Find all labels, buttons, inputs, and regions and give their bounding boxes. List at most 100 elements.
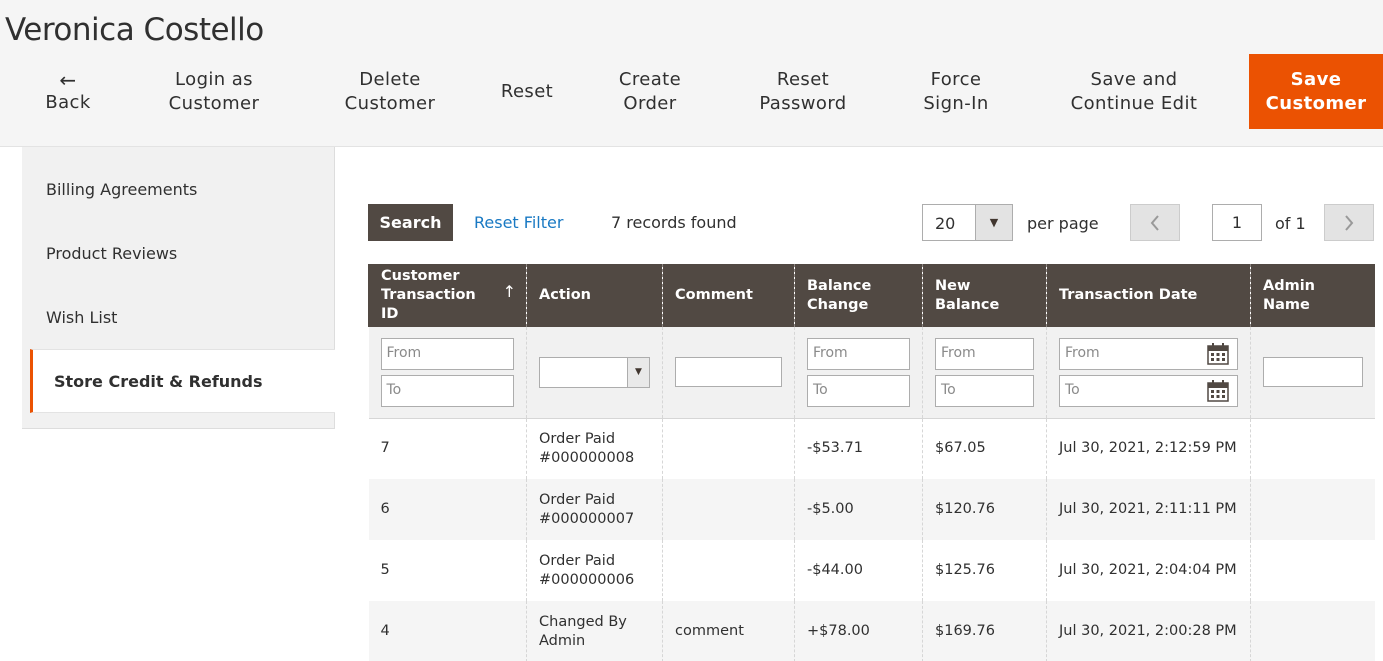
button-label-line: Login as <box>175 68 253 90</box>
column-header-label: Customer Transaction ID <box>381 268 476 322</box>
button-label-line: Customer <box>1265 92 1367 114</box>
input-placeholder: To <box>1065 381 1080 398</box>
sidebar-item-label: Product Reviews <box>46 243 178 263</box>
cell-text: Order Paid <box>539 552 616 569</box>
filter-cell-transaction-id: From To <box>368 327 527 419</box>
sidebar-item-billing-agreements[interactable]: Billing Agreements <box>22 157 335 221</box>
back-button[interactable]: ← Back <box>24 54 112 129</box>
button-label: Reset <box>500 80 554 102</box>
button-label-line: Password <box>759 92 847 114</box>
column-header-label: Transaction Date <box>1059 287 1198 303</box>
cell-new-balance: $125.76 <box>922 540 1047 601</box>
save-and-continue-button[interactable]: Save and Continue Edit <box>1049 54 1219 129</box>
action-filter-select[interactable]: ▼ <box>539 356 650 388</box>
cell-transaction-id: 7 <box>380 440 390 457</box>
per-page-select[interactable]: 20 ▼ <box>922 204 1013 241</box>
balance-change-to-input[interactable]: To <box>807 374 910 407</box>
customer-tabs-sidebar: Billing Agreements Product Reviews Wish … <box>22 147 335 429</box>
filter-row: From To ▼ From To From To From To <box>368 327 1375 419</box>
column-header-transaction-id[interactable]: Customer Transaction ID ↑ <box>368 264 527 327</box>
admin-name-filter-input[interactable] <box>1263 357 1363 388</box>
calendar-icon[interactable] <box>1207 342 1229 365</box>
sidebar-item-product-reviews[interactable]: Product Reviews <box>22 221 335 285</box>
per-page-label: per page <box>1027 214 1099 233</box>
button-label-line: Customer <box>344 92 436 114</box>
cell-text: Admin <box>539 632 586 649</box>
cell-text: #000000008 <box>539 449 635 466</box>
table-row[interactable]: 5 Order Paid #000000006 -$44.00 $125.76 J… <box>369 540 1375 601</box>
cell-action: Order Paid #000000008 <box>526 418 663 479</box>
sort-ascending-icon: ↑ <box>502 282 516 301</box>
filter-cell-transaction-date: From To <box>1046 327 1251 419</box>
cell-balance-change: +$78.00 <box>794 601 923 661</box>
action-buttons: ← Back Login as Customer Delete Customer… <box>0 54 1383 129</box>
date-to-input[interactable]: To <box>1059 374 1238 407</box>
cell-balance-change: -$5.00 <box>794 479 923 540</box>
cell-admin-name <box>1250 479 1375 540</box>
balance-change-from-input[interactable]: From <box>807 337 910 370</box>
cell-admin-name <box>1250 540 1375 601</box>
cell-comment <box>662 479 795 540</box>
reset-filter-link[interactable]: Reset Filter <box>474 213 563 232</box>
page-number-input[interactable] <box>1212 204 1262 241</box>
table-row[interactable]: 4 Changed By Admin comment +$78.00 $169.7… <box>368 601 1375 661</box>
column-header-label: Balance Change <box>807 277 872 313</box>
column-header-balance-change[interactable]: Balance Change <box>794 264 923 327</box>
search-button[interactable]: Search <box>368 204 453 241</box>
column-header-comment[interactable]: Comment <box>662 264 795 327</box>
caret-down-icon[interactable]: ▼ <box>975 205 1012 240</box>
new-balance-from-input[interactable]: From <box>935 337 1034 370</box>
cell-comment <box>662 418 795 479</box>
date-from-input[interactable]: From <box>1059 337 1238 370</box>
button-label-line: Create <box>618 68 682 90</box>
total-pages-label: of 1 <box>1275 214 1306 233</box>
table-row[interactable]: 7 Order Paid #000000008 -$53.71 $67.05 Ju… <box>369 418 1375 479</box>
button-label-line: Reset <box>776 68 830 90</box>
transaction-id-to-input[interactable]: To <box>380 374 514 407</box>
button-label-line: Continue Edit <box>1070 92 1198 114</box>
table-row[interactable]: 6 Order Paid #000000007 -$5.00 $120.76 Ju… <box>368 479 1375 540</box>
cell-admin-name <box>1250 601 1375 661</box>
cell-new-balance: $120.76 <box>922 479 1047 540</box>
comment-filter-input[interactable] <box>675 357 782 388</box>
column-header-label: New Balance <box>935 277 1000 313</box>
column-header-action[interactable]: Action <box>526 264 663 327</box>
column-header-label: Admin Name <box>1263 277 1316 313</box>
cell-text: Order Paid <box>539 491 616 508</box>
save-customer-button[interactable]: Save Customer <box>1249 54 1383 129</box>
column-header-new-balance[interactable]: New Balance <box>922 264 1047 327</box>
column-header-transaction-date[interactable]: Transaction Date <box>1046 264 1251 327</box>
calendar-icon[interactable] <box>1207 379 1229 402</box>
chevron-right-icon <box>1345 214 1354 231</box>
sidebar-item-label: Store Credit & Refunds <box>54 371 263 391</box>
cell-balance-change: -$44.00 <box>794 540 923 601</box>
cell-text: #000000006 <box>539 571 635 588</box>
page-actions-bar: Veronica Costello ← Back Login as Custom… <box>0 0 1383 147</box>
login-as-customer-button[interactable]: Login as Customer <box>144 54 284 129</box>
filter-cell-new-balance: From To <box>922 327 1047 419</box>
cell-text: Changed By <box>539 613 627 630</box>
cell-transaction-date: Jul 30, 2021, 2:12:59 PM <box>1046 418 1251 479</box>
next-page-button[interactable] <box>1324 204 1374 241</box>
delete-customer-button[interactable]: Delete Customer <box>320 54 460 129</box>
chevron-left-icon <box>1150 214 1159 231</box>
sidebar-item-wish-list[interactable]: Wish List <box>22 285 335 349</box>
column-header-admin-name[interactable]: Admin Name <box>1250 264 1375 327</box>
grid-toolbar: Search Reset Filter 7 records found 20 ▼… <box>368 204 1374 241</box>
filter-cell-admin-name <box>1250 327 1375 419</box>
reset-password-button[interactable]: Reset Password <box>738 54 868 129</box>
per-page-value: 20 <box>935 214 956 233</box>
cell-action: Order Paid #000000006 <box>526 540 663 601</box>
transaction-id-from-input[interactable]: From <box>380 337 514 370</box>
previous-page-button[interactable] <box>1130 204 1180 241</box>
cell-comment <box>662 540 795 601</box>
button-label-line: Sign-In <box>923 92 989 114</box>
new-balance-to-input[interactable]: To <box>935 374 1034 407</box>
sidebar-item-label: Wish List <box>46 307 118 327</box>
cell-action: Changed By Admin <box>526 601 663 661</box>
sidebar-item-label: Billing Agreements <box>46 179 198 199</box>
create-order-button[interactable]: Create Order <box>600 54 700 129</box>
force-sign-in-button[interactable]: Force Sign-In <box>906 54 1006 129</box>
reset-button[interactable]: Reset <box>482 54 572 129</box>
sidebar-item-store-credit[interactable]: Store Credit & Refunds <box>30 349 335 413</box>
